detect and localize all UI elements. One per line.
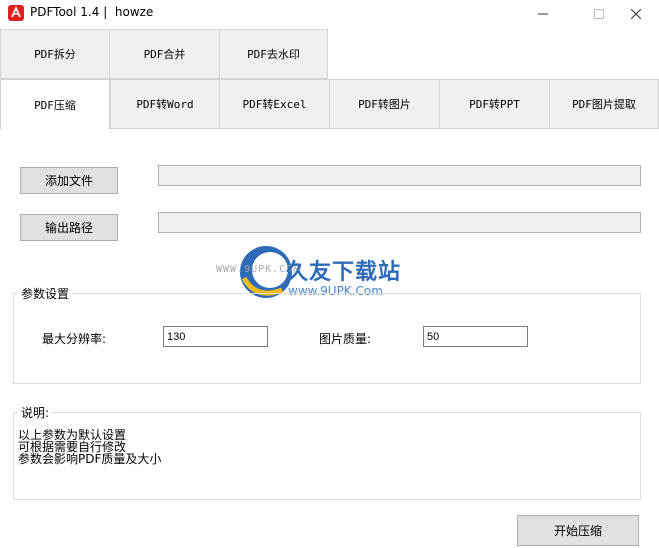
maximize-icon (594, 9, 604, 19)
tab-pdf-merge[interactable]: PDF合并 (109, 29, 220, 79)
params-group-label: 参数设置 (18, 285, 73, 302)
image-quality-label: 图片质量: (319, 332, 372, 346)
title-bar: PDFTool 1.4 | howze (0, 0, 659, 28)
tab-row-2: PDF压缩 PDF转Word PDF转Excel PDF转图片 PDF转PPT … (0, 79, 659, 130)
add-file-button[interactable]: 添加文件 (20, 167, 118, 194)
tab-pdf-compress[interactable]: PDF压缩 (0, 79, 110, 130)
max-resolution-label: 最大分辨率: (42, 332, 107, 346)
tab-pdf-to-image[interactable]: PDF转图片 (329, 79, 440, 129)
note-line: 参数会影响PDF质量及大小 (18, 452, 162, 466)
minimize-icon (538, 13, 548, 15)
max-resolution-input[interactable] (163, 326, 268, 347)
tab-pdf-split[interactable]: PDF拆分 (0, 29, 110, 79)
minimize-button[interactable] (520, 0, 566, 28)
file-path-field[interactable] (158, 165, 641, 186)
watermark-brand-text: 久友下载站 (286, 260, 402, 285)
close-button[interactable] (613, 0, 659, 28)
app-pdf-icon (8, 5, 24, 21)
image-quality-input[interactable] (423, 326, 528, 347)
tab-pdf-image-extract[interactable]: PDF图片提取 (549, 79, 659, 129)
notes-group-label: 说明: (18, 404, 53, 421)
close-icon (631, 9, 641, 19)
start-compress-button[interactable]: 开始压缩 (517, 515, 639, 546)
output-path-button[interactable]: 输出路径 (20, 214, 118, 241)
tab-row-1: PDF拆分 PDF合并 PDF去水印 (0, 29, 659, 79)
tab-pdf-to-word[interactable]: PDF转Word (110, 79, 220, 129)
window-title: PDFTool 1.4 | howze (30, 5, 154, 19)
tab-pdf-to-excel[interactable]: PDF转Excel (219, 79, 330, 129)
tab-pdf-remove-watermark[interactable]: PDF去水印 (219, 29, 328, 79)
tab-pdf-to-ppt[interactable]: PDF转PPT (439, 79, 550, 129)
